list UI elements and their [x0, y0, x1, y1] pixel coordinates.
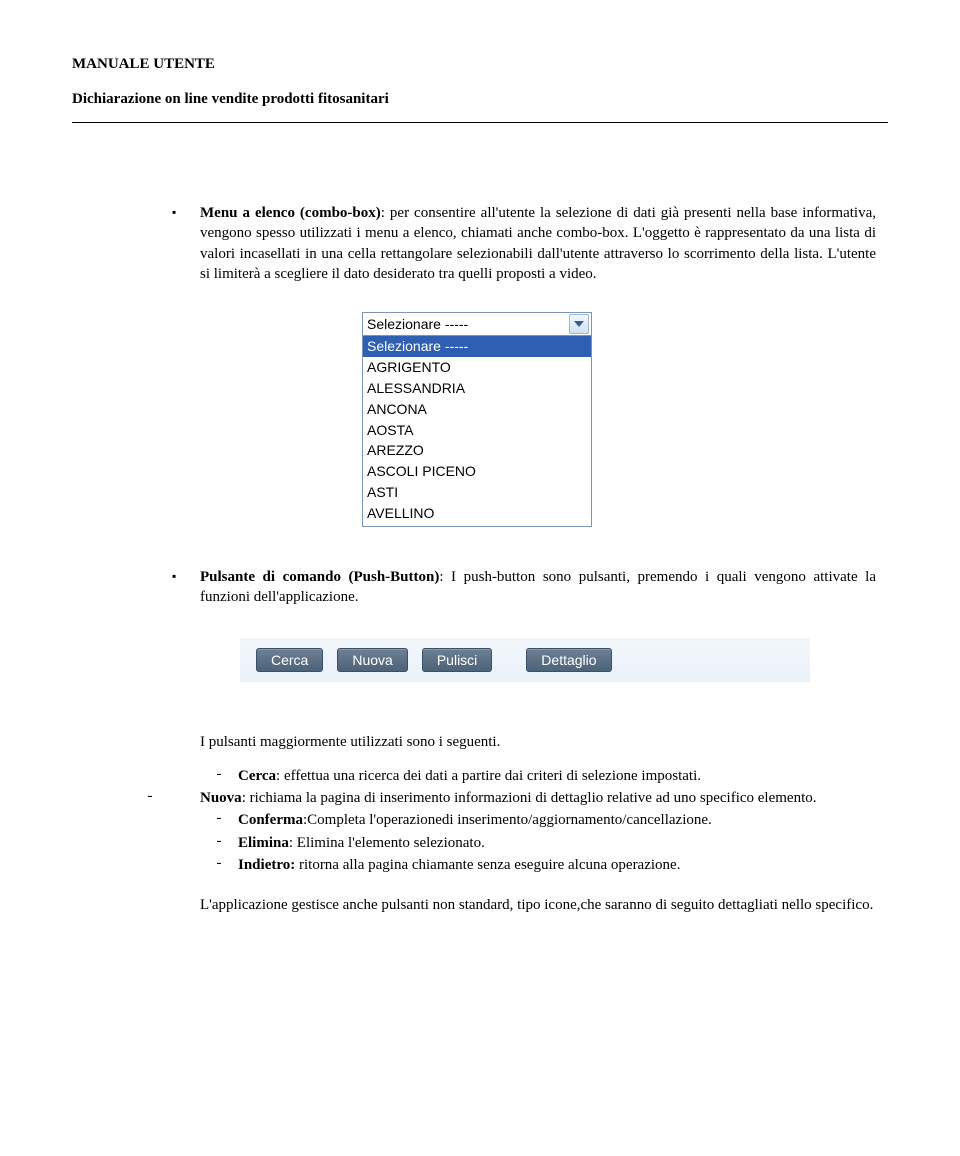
dettaglio-button[interactable]: Dettaglio	[526, 648, 611, 672]
dash-icon: -	[200, 855, 238, 877]
combo-figure: Selezionare ----- Selezionare ----- AGRI…	[362, 312, 876, 527]
content: ▪ Menu a elenco (combo-box): per consent…	[72, 203, 888, 915]
bullet-icon: ▪	[172, 567, 200, 618]
def-indietro: - Indietro: ritorna alla pagina chiamant…	[200, 855, 876, 877]
combo-option[interactable]: BARI	[363, 524, 591, 526]
cerca-button[interactable]: Cerca	[256, 648, 323, 672]
def-indietro-text: Indietro: ritorna alla pagina chiamante …	[238, 855, 876, 875]
def-cerca-text: Cerca: effettua una ricerca dei dati a p…	[238, 766, 876, 786]
button-bar-figure: Cerca Nuova Pulisci Dettaglio	[240, 638, 810, 682]
para-push-desc: Pulsante di comando (Push-Button): I pus…	[200, 567, 876, 608]
nuova-button[interactable]: Nuova	[337, 648, 407, 672]
combo-option[interactable]: AREZZO	[363, 440, 591, 461]
def-conferma-text: Conferma:Completa l'operazionedi inserim…	[238, 810, 876, 830]
def-nuova: - Nuova: richiama la pagina di inserimen…	[100, 788, 876, 810]
combo-option[interactable]: Selezionare -----	[363, 336, 591, 357]
lead-push: Pulsante di comando (Push-Button)	[200, 569, 439, 585]
bullet-icon: ▪	[172, 203, 200, 294]
combo-option[interactable]: ASCOLI PICENO	[363, 461, 591, 482]
closing-paragraph: L'applicazione gestisce anche pulsanti n…	[200, 895, 876, 915]
bullet-push-button: ▪ Pulsante di comando (Push-Button): I p…	[172, 567, 876, 618]
def-conferma: - Conferma:Completa l'operazionedi inser…	[200, 810, 876, 832]
combo-selected-text: Selezionare -----	[367, 316, 468, 332]
combo-option[interactable]: AOSTA	[363, 420, 591, 441]
pulisci-button[interactable]: Pulisci	[422, 648, 492, 672]
dash-icon: -	[100, 788, 200, 810]
combo-option[interactable]: AVELLINO	[363, 503, 591, 524]
combo-option[interactable]: ASTI	[363, 482, 591, 503]
combo-list[interactable]: Selezionare ----- AGRIGENTO ALESSANDRIA …	[363, 336, 591, 526]
def-elimina-text: Elimina: Elimina l'elemento selezionato.	[238, 833, 876, 853]
combo-option[interactable]: ANCONA	[363, 399, 591, 420]
para-post-strip: I pulsanti maggiormente utilizzati sono …	[200, 732, 876, 752]
chevron-down-icon[interactable]	[569, 314, 589, 334]
lead-combo: Menu a elenco (combo-box)	[200, 205, 381, 221]
combo-box[interactable]: Selezionare ----- Selezionare ----- AGRI…	[362, 312, 592, 527]
doc-subtitle: Dichiarazione on line vendite prodotti f…	[72, 91, 888, 108]
combo-option[interactable]: ALESSANDRIA	[363, 378, 591, 399]
bullet-combo-box: ▪ Menu a elenco (combo-box): per consent…	[172, 203, 876, 294]
doc-title: MANUALE UTENTE	[72, 56, 888, 73]
dash-icon: -	[200, 766, 238, 788]
def-cerca: - Cerca: effettua una ricerca dei dati a…	[200, 766, 876, 788]
button-bar: Cerca Nuova Pulisci Dettaglio	[240, 638, 810, 682]
def-elimina: - Elimina: Elimina l'elemento selezionat…	[200, 833, 876, 855]
dash-icon: -	[200, 833, 238, 855]
para-combo-desc: Menu a elenco (combo-box): per consentir…	[200, 203, 876, 284]
button-definitions: - Cerca: effettua una ricerca dei dati a…	[200, 766, 876, 877]
combo-selected-row[interactable]: Selezionare -----	[363, 313, 591, 336]
dash-icon: -	[200, 810, 238, 832]
header-rule	[72, 122, 888, 123]
combo-option[interactable]: AGRIGENTO	[363, 357, 591, 378]
def-nuova-text: Nuova: richiama la pagina di inserimento…	[200, 788, 876, 808]
